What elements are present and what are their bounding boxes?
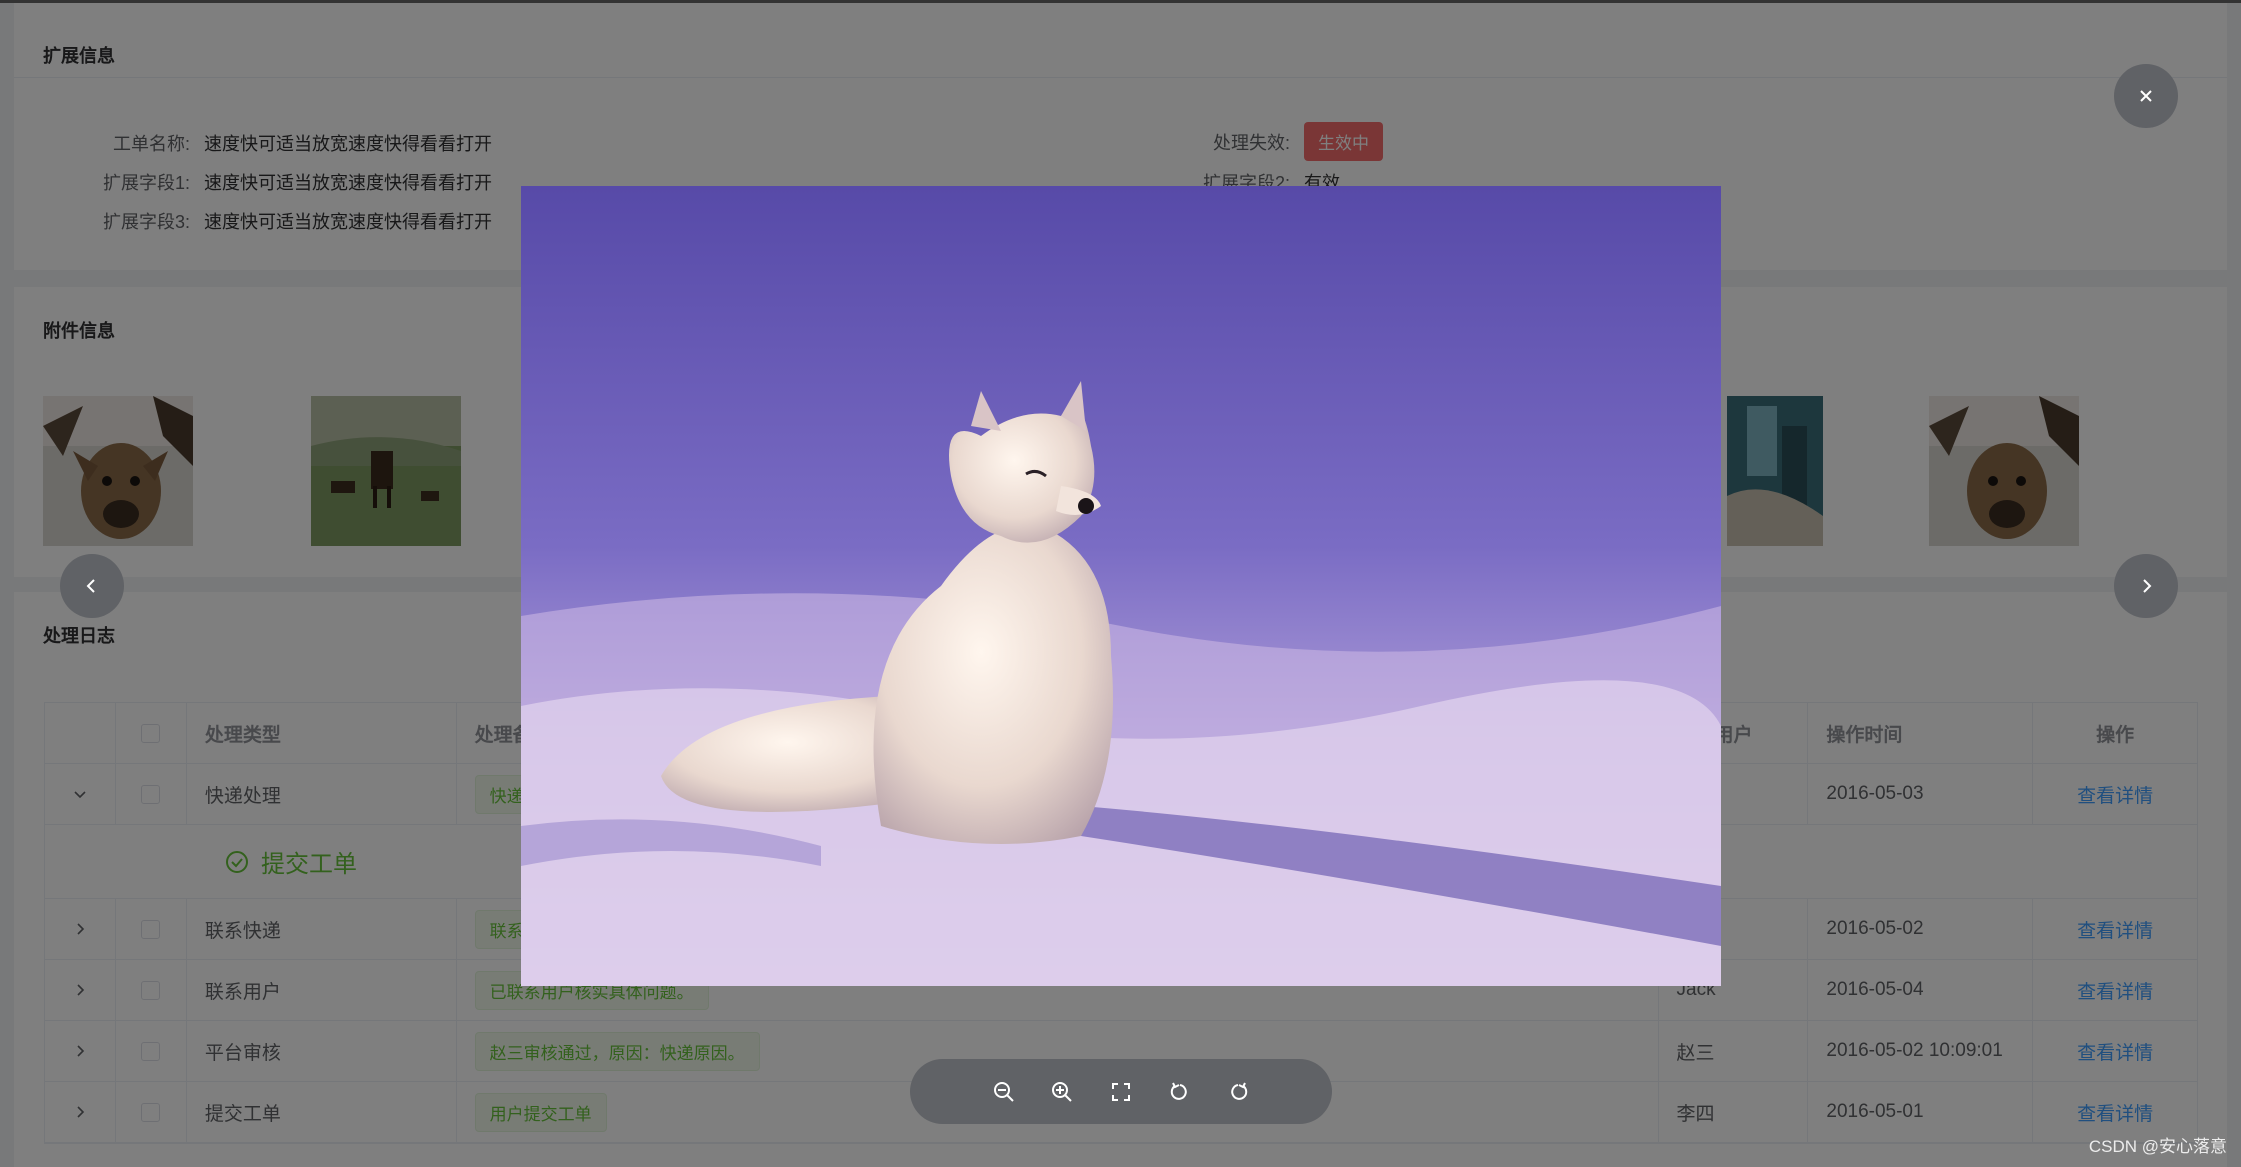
rotate-right-icon	[1231, 1082, 1248, 1100]
close-icon	[2140, 90, 2152, 102]
watermark: CSDN @安心落意	[2088, 1137, 2227, 1156]
close-button[interactable]	[2114, 64, 2178, 128]
prev-button[interactable]	[60, 554, 124, 618]
page-root: 扩展信息 工单名称: 速度快可适当放宽速度快得看看打开 扩展字段1: 速度快可适…	[0, 0, 2241, 1167]
rotate-left-icon	[1170, 1082, 1187, 1100]
zoom-in-icon	[1052, 1081, 1073, 1102]
chevron-right-icon	[2143, 579, 2152, 593]
rotate-right-button[interactable]	[1223, 1077, 1253, 1107]
zoom-in-button[interactable]	[1047, 1077, 1077, 1107]
next-button[interactable]	[2114, 554, 2178, 618]
zoom-out-icon	[993, 1081, 1014, 1102]
fullscreen-button[interactable]	[1106, 1077, 1136, 1107]
viewer-toolbar	[910, 1059, 1332, 1124]
zoom-out-button[interactable]	[989, 1077, 1019, 1107]
top-border	[0, 0, 2241, 3]
chevron-left-icon	[86, 579, 95, 593]
fullscreen-icon	[1111, 1082, 1130, 1101]
rotate-left-button[interactable]	[1165, 1077, 1195, 1107]
preview-image[interactable]	[521, 186, 1721, 986]
